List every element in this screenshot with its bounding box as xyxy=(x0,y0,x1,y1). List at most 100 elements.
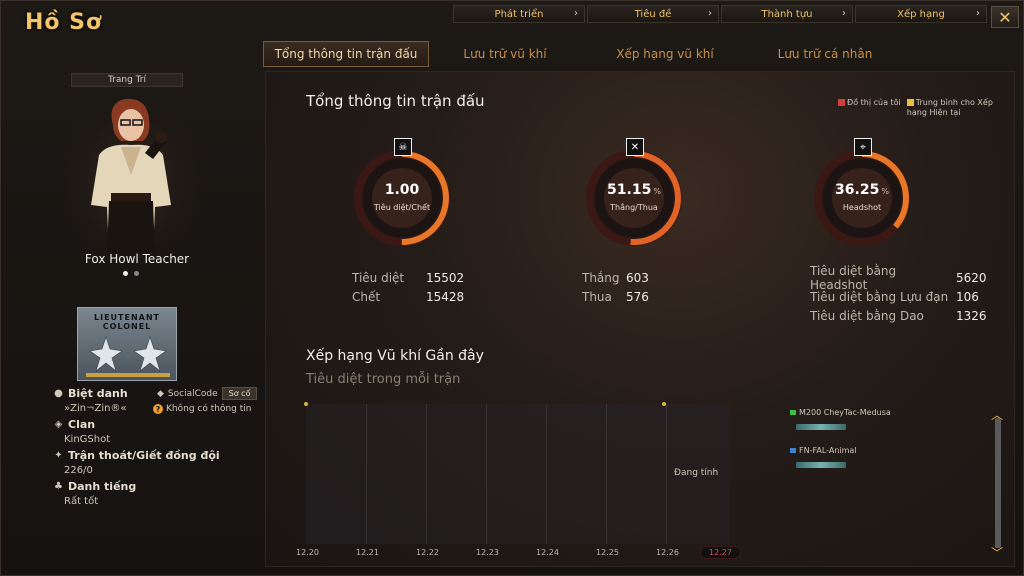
rank-text-2: COLONEL xyxy=(102,322,152,331)
gauge-headshot-label: Headshot xyxy=(842,203,882,212)
stats-winloss: Thắng 603 Thua 576 xyxy=(582,268,649,306)
nickname-value: »Zin¬Zin®« xyxy=(64,403,127,414)
weapon-name: M200 CheyTac-Medusa xyxy=(799,408,891,417)
chevron-right-icon: › xyxy=(708,8,712,19)
knife-kills-value: 1326 xyxy=(956,308,987,323)
nickname-label: Biệt danh xyxy=(68,387,128,400)
losses-value: 576 xyxy=(626,289,649,304)
character-portrait[interactable] xyxy=(63,95,199,255)
tab-weapon-archive[interactable]: Lưu trữ vũ khí xyxy=(429,41,581,67)
nav-titles-label: Tiêu đề xyxy=(634,8,672,20)
deaths-value: 15428 xyxy=(426,289,465,304)
escape-value: 226/0 xyxy=(64,465,93,476)
running-icon: ✦ xyxy=(54,450,63,461)
nav-achievements-label: Thành tựu xyxy=(761,8,813,20)
deaths-label: Chết xyxy=(352,289,381,304)
tab-match-overview[interactable]: Tổng thông tin trận đấu xyxy=(263,41,429,67)
legend-average: Trung bình cho Xếp hạng Hiện tại xyxy=(906,98,1007,118)
weapon-name: FN-FAL-Animal xyxy=(799,446,857,455)
wins-value: 603 xyxy=(626,270,649,285)
stats-kd: Tiêu diệt 15502 Chết 15428 xyxy=(352,268,464,306)
reputation-value: Rất tốt xyxy=(64,496,99,507)
knife-kills-label: Tiêu diệt bằng Dao xyxy=(810,308,924,323)
weapon-legend-item[interactable]: M200 CheyTac-Medusa xyxy=(790,408,891,417)
stats-headshot: Tiêu diệt bằng Headshot 5620 Tiêu diệt bằ… xyxy=(810,264,987,325)
gauge-headshot-unit: % xyxy=(881,187,889,196)
grid-line xyxy=(426,404,427,544)
stats-panel: Tổng thông tin trận đấu Đồ thị của tôi T… xyxy=(265,71,1015,567)
weapon-rank-subtitle: Tiêu diệt trong mỗi trận xyxy=(306,372,461,387)
gauge-kd-ring xyxy=(354,150,450,246)
grid-line xyxy=(666,404,667,544)
grenade-kills-label: Tiêu diệt bằng Lựu đạn xyxy=(810,289,949,304)
grid-line xyxy=(486,404,487,544)
gauge-winloss-ring xyxy=(586,150,682,246)
gauge-headshot-number: 36.25 xyxy=(835,182,880,198)
nav-development-label: Phát triển xyxy=(494,8,544,20)
chevron-right-icon: › xyxy=(574,8,578,19)
top-nav: Phát triển › Tiêu đề › Thành tựu › Xếp hạng… xyxy=(453,5,987,23)
legend-mine-swatch xyxy=(838,99,845,106)
character-name: Fox Howl Teacher xyxy=(84,252,190,266)
tab-weapon-ranking[interactable]: Xếp hạng vũ khí xyxy=(581,41,749,67)
scroll-track[interactable] xyxy=(995,418,1001,548)
close-button[interactable]: ✕ xyxy=(991,6,1019,28)
date-tick: 12.21 xyxy=(356,548,379,557)
decor-button[interactable]: Trang Trí xyxy=(71,73,183,87)
gauge-kd-number: 1.00 xyxy=(384,182,420,198)
legend-avg-swatch xyxy=(906,99,914,106)
kills-value: 15502 xyxy=(426,270,465,285)
skull-icon: ☠ xyxy=(394,138,412,156)
wins-label: Thắng xyxy=(582,270,620,285)
sniper-icon: ⌖ xyxy=(854,138,872,156)
person-icon: ● xyxy=(54,388,63,399)
chart-point xyxy=(662,402,666,406)
gauge-winloss-number: 51.15 xyxy=(607,182,652,198)
legend-mine: Đồ thị của tôi xyxy=(838,98,901,118)
carousel-dots[interactable] xyxy=(123,271,139,276)
weapon-rank-title: Xếp hạng Vũ khí Gần đây xyxy=(306,348,484,364)
escape-label: Trận thoát/Giết đồng đội xyxy=(68,449,220,462)
scroll-down-icon[interactable]: ﹀ xyxy=(991,547,1003,559)
date-tick-active[interactable]: 12.27 xyxy=(700,546,741,559)
gauge-headshot: ⌖ 36.25% Headshot xyxy=(810,138,914,250)
nav-titles-button[interactable]: Tiêu đề › xyxy=(587,5,719,23)
date-tick: 12.24 xyxy=(536,548,559,557)
scrollbar[interactable]: ︿ ﹀ xyxy=(990,409,1006,559)
crossed-guns-icon: ✕ xyxy=(626,138,644,156)
social-code-button[interactable]: Sơ cố xyxy=(221,387,258,400)
gauge-headshot-value: 36.25% xyxy=(810,182,914,198)
legend-mine-label: Đồ thị của tôi xyxy=(847,98,901,107)
clan-value: KinGShot xyxy=(64,434,111,445)
date-tick: 12.23 xyxy=(476,548,499,557)
grid-line xyxy=(546,404,547,544)
calculating-label: Đang tính xyxy=(674,468,719,478)
carousel-dot[interactable] xyxy=(134,271,139,276)
overview-title: Tổng thông tin trận đấu xyxy=(306,92,485,110)
profile-sidebar: Trang Trí Fox Howl Teacher LIEUTENANT CO… xyxy=(13,71,261,567)
gauge-kd-label: Tiêu diệt/Chết xyxy=(373,203,431,212)
kills-label: Tiêu diệt xyxy=(352,270,405,285)
date-tick: 12.20 xyxy=(296,548,319,557)
weapon-legend-item[interactable]: FN-FAL-Animal xyxy=(790,446,857,455)
carousel-dot-active[interactable] xyxy=(123,271,128,276)
legend-avg-label: Trung bình cho Xếp hạng Hiện tại xyxy=(906,98,993,117)
weapon-gun-icon xyxy=(796,424,846,430)
sub-tabs: Tổng thông tin trận đấu Lưu trữ vũ khí X… xyxy=(263,41,901,67)
nav-ranking-label: Xếp hạng xyxy=(897,8,945,20)
tab-personal-archive[interactable]: Lưu trữ cá nhân xyxy=(749,41,901,67)
nav-ranking-button[interactable]: Xếp hạng › xyxy=(855,5,987,23)
date-axis: 12.20 12.21 12.22 12.23 12.24 12.25 12.2… xyxy=(296,546,766,562)
legend-swatch xyxy=(790,410,796,415)
grid-line xyxy=(606,404,607,544)
grid-line xyxy=(366,404,367,544)
weapon-rank-chart xyxy=(304,402,730,544)
weapon-gun-icon xyxy=(796,462,846,468)
chevron-right-icon: › xyxy=(842,8,846,19)
nav-achievements-button[interactable]: Thành tựu › xyxy=(721,5,853,23)
headshot-kills-label: Tiêu diệt bằng Headshot xyxy=(810,263,897,292)
chevron-right-icon: › xyxy=(976,8,980,19)
date-tick: 12.25 xyxy=(596,548,619,557)
clan-icon: ◈ xyxy=(54,419,63,430)
nav-development-button[interactable]: Phát triển › xyxy=(453,5,585,23)
